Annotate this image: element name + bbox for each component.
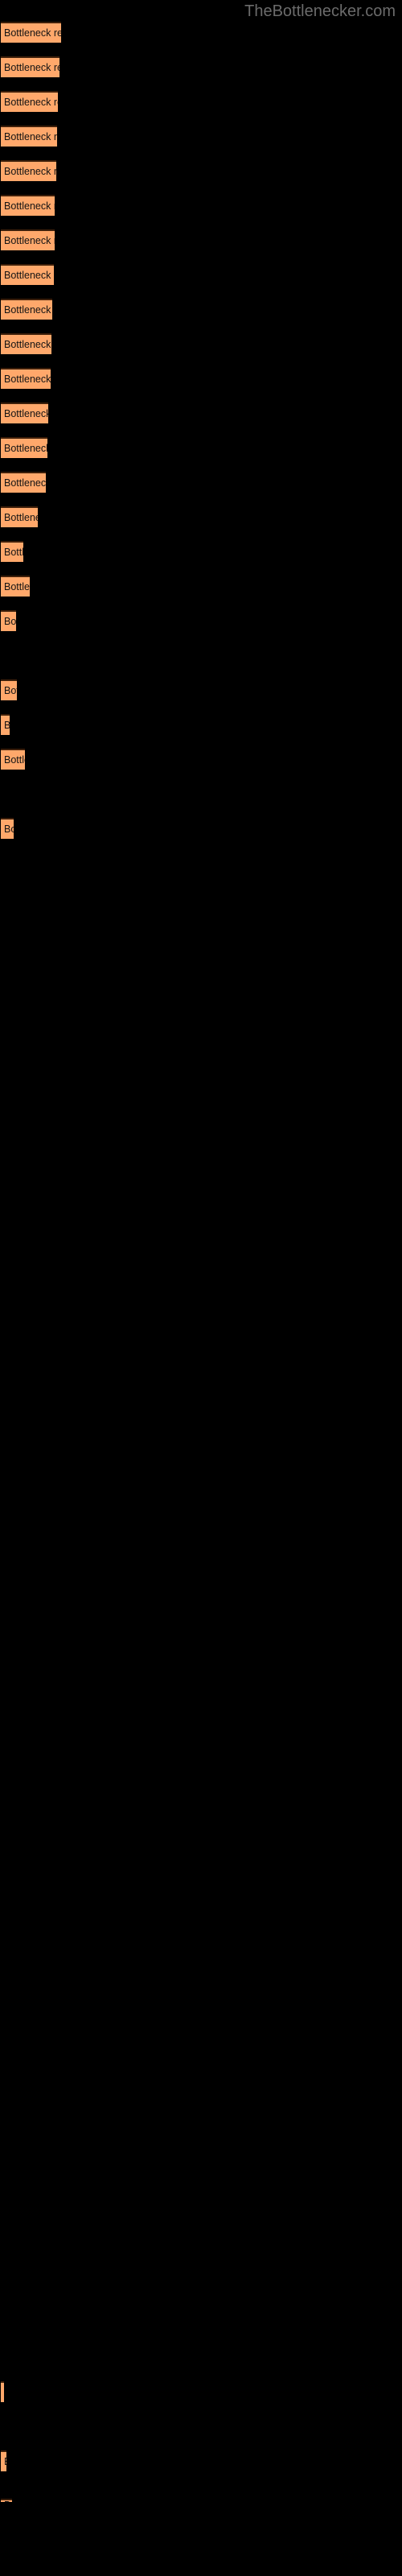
bar-4[interactable]: Bottleneck result [1, 160, 56, 181]
bar-label-14: Bottleneck result [4, 513, 38, 523]
bar-5[interactable]: Bottleneck result [1, 195, 55, 216]
bar-15[interactable]: Bottleneck result [1, 541, 23, 562]
bar-23[interactable]: Bottleneck result [1, 2450, 6, 2471]
bar-2[interactable]: Bottleneck result [1, 91, 58, 112]
bar-label-12: Bottleneck result [4, 444, 47, 454]
bar-22[interactable]: Bottleneck result [1, 2381, 4, 2402]
bar-label-5: Bottleneck result [4, 201, 55, 212]
bar-label-15: Bottleneck result [4, 547, 23, 558]
bar-label-24: Bottleneck result [1, 2500, 12, 2502]
bar-label-2: Bottleneck result [4, 97, 58, 108]
bar-label-11: Bottleneck result [4, 409, 48, 419]
bar-8[interactable]: Bottleneck result [1, 299, 52, 320]
bar-label-13: Bottleneck result [4, 478, 46, 489]
bar-label-16: Bottleneck result [4, 582, 30, 592]
bar-label-22: Bottleneck result [1, 2388, 4, 2398]
bar-3[interactable]: Bottleneck result [1, 126, 57, 147]
horizontal-bar-chart: Bottleneck result Bottleneck result Bottle… [0, 0, 402, 2576]
bar-6[interactable]: Bottleneck result [1, 229, 55, 250]
bar-label-20: Bottleneck result [4, 755, 25, 766]
bar-label-17: Bottleneck result [4, 617, 16, 627]
bar-label-4: Bottleneck result [4, 167, 56, 177]
bar-10[interactable]: Bottleneck result [1, 368, 51, 389]
bar-9[interactable]: Bottleneck result [1, 333, 51, 354]
bar-label-3: Bottleneck result [4, 132, 57, 142]
bar-label-10: Bottleneck result [4, 374, 51, 385]
bottleneck-chart-page: TheBottlenecker.com Bottleneck resultBot… [0, 0, 402, 2576]
bar-12[interactable]: Bottleneck result [1, 437, 47, 458]
bar-label-9: Bottleneck result [4, 340, 51, 350]
bar-0[interactable]: Bottleneck result [1, 22, 61, 43]
bar-14[interactable]: Bottleneck result [1, 506, 38, 527]
bar-label-21: Bottleneck result [4, 824, 14, 835]
bar-17[interactable]: Bottleneck result [1, 610, 16, 631]
bar-7[interactable]: Bottleneck result [1, 264, 54, 285]
bar-13[interactable]: Bottleneck result [1, 472, 46, 493]
bar-label-18: Bottleneck result [4, 686, 17, 696]
bar-label-6: Bottleneck result [4, 236, 55, 246]
bar-11[interactable]: Bottleneck result [1, 402, 48, 423]
bar-label-19: Bottleneck result [1, 720, 10, 731]
bar-16[interactable]: Bottleneck result [1, 576, 30, 597]
bar-label-23: Bottleneck result [1, 2457, 6, 2467]
bar-label-7: Bottleneck result [4, 270, 54, 281]
bar-18[interactable]: Bottleneck result [1, 679, 17, 700]
bar-19[interactable]: Bottleneck result [1, 714, 10, 735]
bar-24[interactable]: Bottleneck result [1, 2499, 12, 2502]
bar-21[interactable]: Bottleneck result [1, 818, 14, 839]
bar-label-8: Bottleneck result [4, 305, 52, 316]
bar-label-0: Bottleneck result [4, 28, 61, 39]
bar-1[interactable]: Bottleneck result [1, 56, 59, 77]
bar-label-1: Bottleneck result [4, 63, 59, 73]
bar-20[interactable]: Bottleneck result [1, 749, 25, 770]
